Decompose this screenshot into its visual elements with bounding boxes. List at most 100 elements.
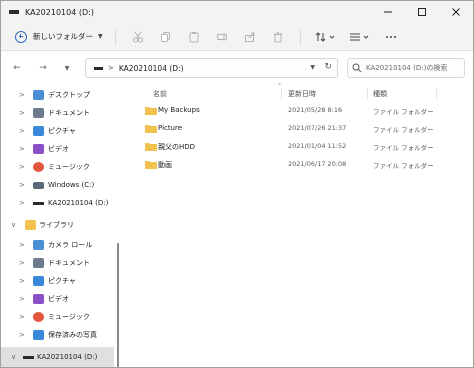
chevron-right-icon[interactable]: > (19, 277, 25, 285)
back-button[interactable]: ← (7, 58, 27, 78)
sidebar-item-lib-videos[interactable]: > ビデオ (1, 290, 114, 308)
sidebar-item-pictures[interactable]: > ピクチャ (1, 122, 114, 140)
address-bar[interactable]: > KA20210104 (D:) ▼ ↻ (85, 58, 338, 78)
folder-icon (145, 125, 157, 133)
cut-button[interactable] (124, 27, 152, 47)
chevron-right-icon: > (108, 64, 114, 72)
search-input[interactable]: KA20210104 (D:)の検索 (366, 63, 447, 73)
camera-roll-icon (33, 240, 44, 250)
drive-icon (94, 66, 103, 70)
chevron-right-icon[interactable]: > (19, 145, 25, 153)
copy-icon (160, 31, 170, 42)
new-folder-button[interactable]: 新しいフォルダー ▼ (15, 27, 107, 47)
scrollbar[interactable] (117, 243, 119, 367)
share-button[interactable] (236, 27, 264, 47)
column-divider[interactable] (436, 88, 437, 100)
folder-icon (145, 143, 157, 151)
music-icon (33, 312, 44, 322)
rename-icon (216, 32, 227, 41)
chevron-right-icon[interactable]: > (19, 109, 25, 117)
command-bar: 新しいフォルダー ▼ (1, 23, 473, 51)
sidebar-item-lib-music[interactable]: > ミュージック (1, 308, 114, 326)
sidebar-item-videos[interactable]: > ビデオ (1, 140, 114, 158)
chevron-right-icon[interactable]: > (19, 91, 25, 99)
documents-icon (33, 108, 44, 118)
table-row[interactable]: 動画 2021/06/17 20:08 ファイル フォルダー (131, 156, 471, 174)
sidebar-item-label: ライブラリ (39, 221, 74, 229)
column-divider[interactable] (367, 88, 368, 100)
chevron-down-icon[interactable]: ∨ (11, 353, 16, 361)
paste-button[interactable] (180, 27, 208, 47)
chevron-right-icon[interactable]: > (19, 199, 25, 207)
maximize-icon (418, 8, 426, 16)
file-type: ファイル フォルダー (373, 126, 434, 134)
table-row[interactable]: Picture 2021/07/26 21:37 ファイル フォルダー (131, 120, 471, 138)
sidebar-item-lib-pictures[interactable]: > ピクチャ (1, 272, 114, 290)
back-arrow-icon: ← (13, 63, 21, 73)
file-list: 名前 ⌃ 更新日時 種類 My Backups 2021/05/28 8:16 … (131, 83, 471, 367)
rename-button[interactable] (208, 27, 236, 47)
divider (114, 28, 116, 45)
paste-icon (189, 31, 199, 42)
chevron-right-icon[interactable]: > (19, 181, 25, 189)
chevron-right-icon[interactable]: > (19, 163, 25, 171)
sidebar-item-documents[interactable]: > ドキュメント (1, 104, 114, 122)
ellipsis-icon (385, 35, 396, 38)
chevron-right-icon[interactable]: > (19, 127, 25, 135)
sidebar-item-music[interactable]: > ミュージック (1, 158, 114, 176)
chevron-right-icon[interactable]: > (19, 313, 25, 321)
sidebar-item-saved-pictures[interactable]: > 保存済みの写真 (1, 326, 114, 344)
sidebar-item-lib-documents[interactable]: > ドキュメント (1, 254, 114, 272)
videos-icon (33, 294, 44, 304)
chevron-down-icon[interactable]: ∨ (11, 221, 16, 229)
chevron-down-icon[interactable]: ▼ (310, 64, 315, 71)
file-date: 2021/05/28 8:16 (288, 106, 343, 114)
recent-locations-button[interactable]: ▼ (57, 58, 77, 78)
sidebar-item-label: ドキュメント (48, 109, 90, 117)
file-type: ファイル フォルダー (373, 144, 434, 152)
sidebar-item-library[interactable]: ∨ ライブラリ (1, 216, 114, 234)
drive-icon (33, 202, 44, 205)
file-type: ファイル フォルダー (373, 108, 434, 116)
minimize-button[interactable] (371, 1, 405, 23)
folder-icon (145, 161, 157, 169)
chevron-right-icon[interactable]: > (19, 295, 25, 303)
refresh-icon[interactable]: ↻ (324, 62, 332, 72)
table-row[interactable]: 親父のHDD 2021/01/04 11:52 ファイル フォルダー (131, 138, 471, 156)
chevron-right-icon[interactable]: > (19, 241, 25, 249)
column-header-name[interactable]: 名前 (153, 87, 167, 101)
column-label: 更新日時 (288, 90, 316, 98)
share-icon (244, 32, 255, 42)
sidebar-item-drive-d-selected[interactable]: ∨ KA20210104 (D:) (1, 347, 114, 367)
column-header-date[interactable]: 更新日時 (288, 87, 316, 101)
music-icon (33, 162, 44, 172)
divider (299, 28, 301, 45)
column-label: 種類 (373, 90, 387, 98)
title-bar[interactable]: KA20210104 (D:) (1, 1, 473, 23)
delete-button[interactable] (264, 27, 292, 47)
file-type: ファイル フォルダー (373, 162, 434, 170)
sidebar-item-desktop[interactable]: > デスクトップ (1, 86, 114, 104)
drive-icon (9, 10, 19, 14)
sidebar-item-windows-c[interactable]: > Windows (C:) (1, 176, 114, 194)
close-button[interactable] (439, 1, 473, 23)
file-name: Picture (158, 124, 183, 132)
more-options-button[interactable] (377, 27, 405, 47)
copy-button[interactable] (152, 27, 180, 47)
column-header-type[interactable]: 種類 (373, 87, 387, 101)
maximize-button[interactable] (405, 1, 439, 23)
sort-button[interactable] (309, 27, 343, 47)
chevron-right-icon[interactable]: > (19, 259, 25, 267)
breadcrumb[interactable]: KA20210104 (D:) (119, 64, 184, 73)
delete-icon (273, 31, 283, 42)
chevron-right-icon[interactable]: > (19, 331, 25, 339)
forward-button[interactable]: → (33, 58, 53, 78)
search-icon (352, 63, 362, 73)
sidebar-item-camera-roll[interactable]: > カメラ ロール (1, 236, 114, 254)
sidebar-item-drive-d[interactable]: > KA20210104 (D:) (1, 194, 114, 212)
view-button[interactable] (343, 27, 377, 47)
new-folder-label: 新しいフォルダー (33, 32, 93, 41)
column-divider[interactable] (281, 88, 282, 100)
search-box[interactable]: KA20210104 (D:)の検索 (347, 58, 465, 78)
table-row[interactable]: My Backups 2021/05/28 8:16 ファイル フォルダー (131, 102, 471, 120)
